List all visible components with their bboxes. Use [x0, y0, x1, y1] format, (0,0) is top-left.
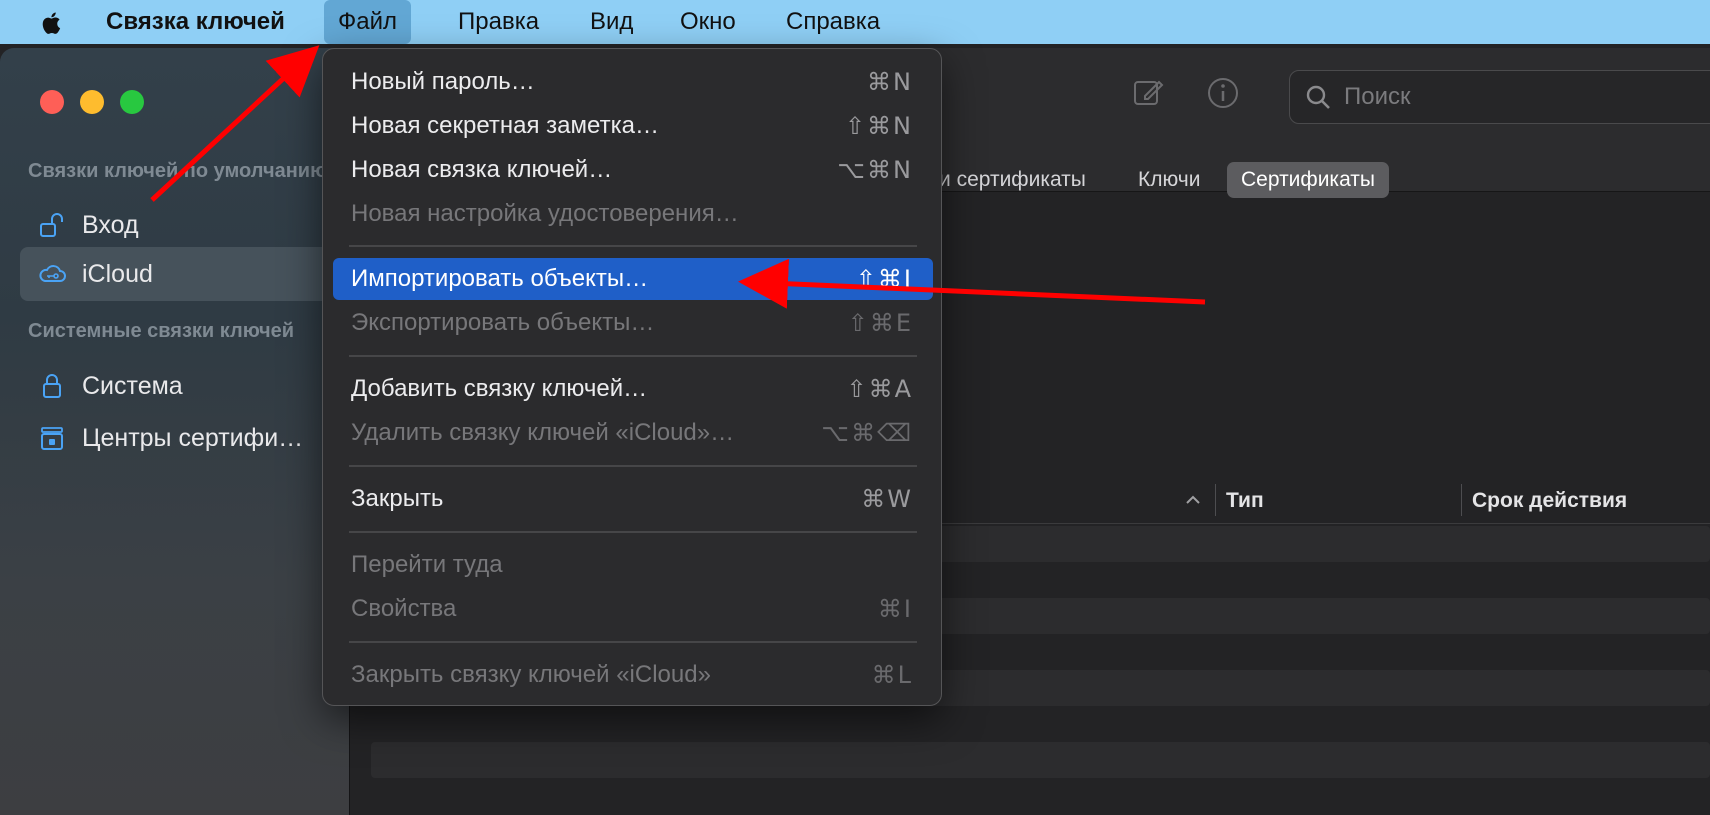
minimize-window-button[interactable]	[80, 90, 104, 114]
menu-item-new-secure-note[interactable]: Новая секретная заметка… ⇧⌘N	[333, 105, 933, 147]
menu-file[interactable]: Файл	[324, 0, 412, 44]
menu-item-import-items[interactable]: Импортировать объекты… ⇧⌘I	[333, 258, 933, 300]
menu-item-label: Импортировать объекты…	[351, 265, 649, 292]
menu-edit[interactable]: Правка	[444, 0, 553, 44]
search-icon	[1306, 85, 1330, 109]
zoom-window-button[interactable]	[120, 90, 144, 114]
menu-item-add-keychain[interactable]: Добавить связку ключей… ⇧⌘A	[333, 368, 933, 410]
sidebar-section-default: Связки ключей по умолчанию	[28, 160, 328, 182]
menu-app-name[interactable]: Связка ключей	[106, 0, 285, 44]
certificate-lock-icon	[41, 427, 63, 450]
menu-item-new-password[interactable]: Новый пароль… ⌘N	[333, 61, 933, 103]
menu-item-shortcut: ⌘I	[877, 595, 913, 623]
menu-view[interactable]: Вид	[576, 0, 647, 44]
menu-item-label: Перейти туда	[351, 551, 503, 578]
menu-window[interactable]: Окно	[666, 0, 750, 44]
menu-item-label: Экспортировать объекты…	[351, 309, 655, 336]
menu-separator	[349, 245, 917, 247]
column-divider[interactable]	[1461, 484, 1462, 516]
menu-help[interactable]: Справка	[772, 0, 894, 44]
file-menu-dropdown: Новый пароль… ⌘N Новая секретная заметка…	[322, 48, 942, 706]
menu-separator	[349, 641, 917, 643]
menu-item-label: Закрыть связку ключей «iCloud»	[351, 661, 711, 688]
menu-separator	[349, 465, 917, 467]
menu-item-delete-keychain: Удалить связку ключей «iCloud»… ⌥⌘⌫	[333, 412, 933, 454]
menu-item-label: Свойства	[351, 595, 457, 622]
menu-item-shortcut: ⇧⌘N	[844, 112, 913, 140]
search-placeholder: Поиск	[1344, 83, 1411, 110]
sidebar-item-icloud[interactable]: iCloud	[20, 247, 350, 301]
sidebar: Связки ключей по умолчанию Вход iCloud С…	[0, 48, 350, 815]
tab-certificates[interactable]: Сертификаты	[1227, 162, 1389, 198]
sidebar-item-label: Центры сертифи…	[82, 423, 304, 452]
menu-item-new-keychain[interactable]: Новая связка ключей… ⌥⌘N	[333, 149, 933, 191]
search-field[interactable]: Поиск	[1289, 70, 1710, 124]
sidebar-item-certificate-authorities[interactable]: Центры сертифи…	[20, 411, 350, 465]
menu-item-label: Новая настройка удостоверения…	[351, 200, 739, 227]
unlocked-padlock-icon	[40, 213, 63, 237]
table-row[interactable]	[371, 742, 1710, 778]
menu-item-label: Новая связка ключей…	[351, 156, 613, 183]
icloud-key-icon	[39, 265, 66, 282]
info-icon[interactable]	[1206, 76, 1240, 110]
sort-ascending-icon[interactable]	[1183, 490, 1203, 510]
menu-item-shortcut: ⇧⌘I	[855, 265, 913, 293]
menu-item-export-items: Экспортировать объекты… ⇧⌘E	[333, 302, 933, 344]
close-window-button[interactable]	[40, 90, 64, 114]
compose-icon[interactable]	[1131, 76, 1165, 110]
sidebar-item-label: iCloud	[82, 259, 153, 288]
sidebar-item-label: Система	[82, 371, 183, 400]
menu-item-label: Новая секретная заметка…	[351, 112, 659, 139]
menu-item-label: Добавить связку ключей…	[351, 375, 648, 402]
menu-item-lock-keychain: Закрыть связку ключей «iCloud» ⌘L	[333, 654, 933, 696]
menu-item-shortcut: ⌘N	[867, 68, 913, 96]
sidebar-section-system: Системные связки ключей	[28, 320, 295, 342]
menu-item-shortcut: ⌘L	[871, 661, 913, 689]
tab-keys[interactable]: Ключи	[1124, 162, 1214, 198]
menu-item-shortcut: ⌥⌘⌫	[821, 419, 913, 447]
column-type[interactable]: Тип	[1226, 478, 1264, 524]
menu-item-close[interactable]: Закрыть ⌘W	[333, 478, 933, 520]
menu-item-shortcut: ⌥⌘N	[837, 156, 913, 184]
menu-item-shortcut: ⌘W	[861, 485, 913, 513]
sidebar-item-label: Вход	[82, 210, 139, 239]
sidebar-item-login[interactable]: Вход	[20, 198, 350, 252]
menu-item-label: Закрыть	[351, 485, 444, 512]
padlock-icon	[43, 374, 61, 398]
menu-item-label: Удалить связку ключей «iCloud»…	[351, 419, 735, 446]
tab-passwords-certificates[interactable]: и сертификаты	[925, 162, 1100, 198]
menu-item-go-to: Перейти туда	[333, 544, 933, 586]
menu-item-shortcut: ⇧⌘A	[846, 375, 913, 403]
menu-item-shortcut: ⇧⌘E	[847, 309, 913, 337]
apple-icon[interactable]	[38, 9, 66, 37]
menu-item-new-identity-preference: Новая настройка удостоверения…	[333, 193, 933, 235]
column-divider[interactable]	[1215, 484, 1216, 516]
menu-separator	[349, 531, 917, 533]
menu-item-label: Новый пароль…	[351, 68, 535, 95]
sidebar-item-system[interactable]: Система	[20, 359, 350, 413]
menu-item-properties: Свойства ⌘I	[333, 588, 933, 630]
menu-separator	[349, 355, 917, 357]
menu-bar: Связка ключей Файл Правка Вид Окно Справ…	[0, 0, 1710, 44]
column-expiration[interactable]: Срок действия	[1472, 478, 1627, 524]
